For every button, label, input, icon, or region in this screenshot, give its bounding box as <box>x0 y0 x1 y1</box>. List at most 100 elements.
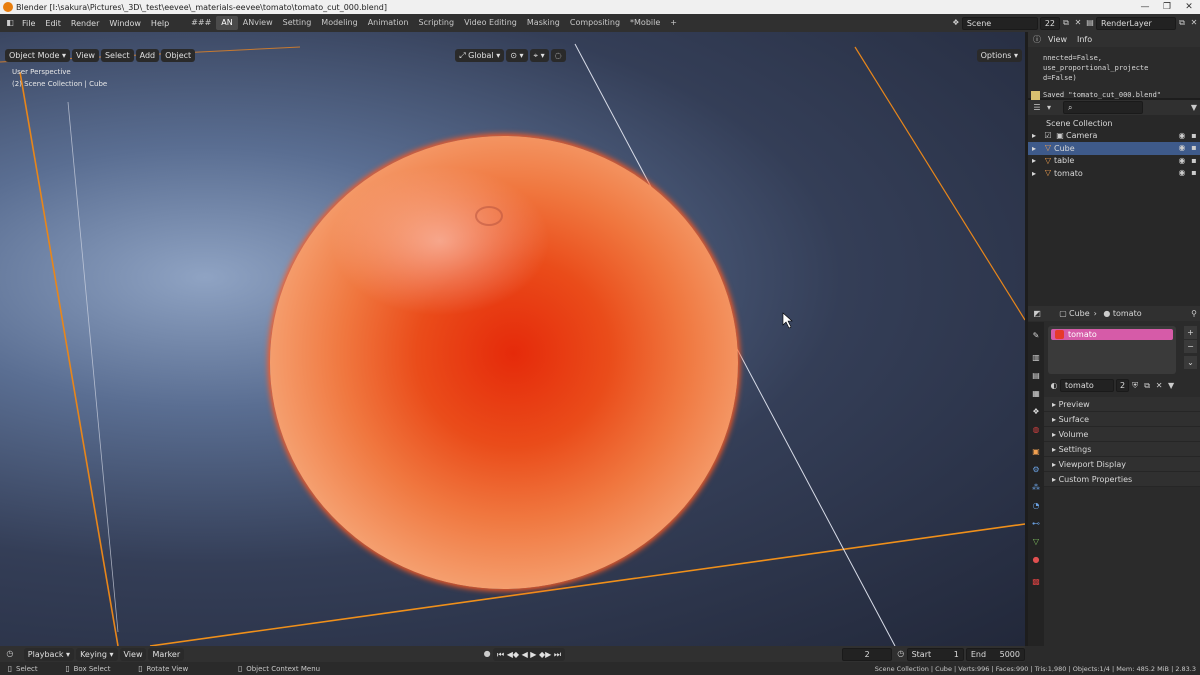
tab-scripting[interactable]: Scripting <box>413 16 459 30</box>
checkbox-icon[interactable]: ☑ <box>1042 130 1054 142</box>
tab-video-editing[interactable]: Video Editing <box>459 16 522 30</box>
material-users-field[interactable]: 2 <box>1116 379 1130 392</box>
display-mode-icon[interactable]: ▾ <box>1043 102 1055 114</box>
properties-editor-type-icon[interactable]: ◩ <box>1031 308 1043 320</box>
add-menu[interactable]: Add <box>135 48 160 62</box>
section-settings[interactable]: ▸ Settings <box>1044 442 1200 457</box>
close-button[interactable]: ✕ <box>1178 0 1200 14</box>
proportional-edit-toggle[interactable]: ◌ <box>550 48 566 62</box>
outliner-item-cube[interactable]: ▸ ▽ Cube ◉ ▪ <box>1028 142 1200 155</box>
object-tab-icon[interactable]: ▣ <box>1028 444 1044 460</box>
render-camera-icon[interactable]: ▪ <box>1188 155 1200 167</box>
visibility-eye-icon[interactable]: ◉ <box>1176 167 1188 179</box>
render-camera-icon[interactable]: ▪ <box>1188 167 1200 179</box>
copy-layer-icon[interactable]: ⧉ <box>1176 17 1188 29</box>
snap-toggle[interactable]: ⌖ ▾ <box>529 48 549 62</box>
unlink-material-icon[interactable]: ✕ <box>1153 380 1165 392</box>
material-tab-icon[interactable]: ● <box>1028 552 1044 568</box>
object-menu[interactable]: Object <box>161 48 196 62</box>
world-tab-icon[interactable]: ◍ <box>1028 422 1044 438</box>
tomato-object[interactable] <box>270 136 738 589</box>
tab-modeling[interactable]: Modeling <box>316 16 362 30</box>
tab-mobile[interactable]: *Mobile <box>625 16 665 30</box>
render-tab-icon[interactable]: ▥ <box>1028 350 1044 366</box>
add-workspace-button[interactable]: + <box>665 16 682 30</box>
menu-help[interactable]: Help <box>146 19 174 28</box>
section-preview[interactable]: ▸ Preview <box>1044 397 1200 412</box>
minimize-button[interactable]: — <box>1134 0 1156 14</box>
delete-scene-icon[interactable]: ✕ <box>1072 17 1084 29</box>
expand-icon[interactable]: ▸ <box>1032 144 1042 153</box>
add-slot-button[interactable]: + <box>1184 326 1197 339</box>
end-frame-field[interactable]: End 5000 <box>965 647 1025 661</box>
keying-menu[interactable]: Keying ▾ <box>76 647 118 661</box>
material-filter-icon[interactable]: ▼ <box>1165 380 1177 392</box>
slot-specials-button[interactable]: ⌄ <box>1184 356 1197 369</box>
scene-collection-row[interactable]: Scene Collection <box>1028 117 1200 130</box>
pivot-dropdown[interactable]: ⊙ ▾ <box>506 48 528 62</box>
select-menu[interactable]: Select <box>100 48 134 62</box>
expand-icon[interactable]: ▸ <box>1032 131 1042 140</box>
texture-tab-icon[interactable]: ▩ <box>1028 574 1044 590</box>
tab-hash[interactable]: ### <box>186 16 216 30</box>
outliner-item-camera[interactable]: ▸ ☑ ▣ Camera ◉ ▪ <box>1028 130 1200 143</box>
fake-user-icon[interactable]: ⛨ <box>1129 380 1141 392</box>
filter-icon[interactable]: ▼ <box>1188 102 1200 114</box>
pin-icon[interactable]: ⚲ <box>1188 308 1200 320</box>
menu-window[interactable]: Window <box>104 19 146 28</box>
scene-tab-icon[interactable]: ❖ <box>1028 404 1044 420</box>
view-menu[interactable]: View <box>71 48 99 62</box>
start-frame-field[interactable]: Start 1 <box>906 647 964 661</box>
expand-icon[interactable]: ▸ <box>1032 169 1042 178</box>
maximize-button[interactable]: ❐ <box>1156 0 1178 14</box>
visibility-eye-icon[interactable]: ◉ <box>1176 155 1188 167</box>
expand-icon[interactable]: ▸ <box>1032 156 1042 165</box>
current-frame-field[interactable]: 2 <box>842 647 892 661</box>
material-browse-icon[interactable]: ◐ <box>1048 380 1060 392</box>
new-material-icon[interactable]: ⧉ <box>1141 380 1153 392</box>
material-slot-list[interactable]: tomato <box>1048 326 1176 374</box>
scene-number-field[interactable]: 22 <box>1039 16 1060 30</box>
data-tab-icon[interactable]: ▽ <box>1028 534 1044 550</box>
menu-file[interactable]: File <box>17 19 40 28</box>
remove-slot-button[interactable]: − <box>1184 340 1197 353</box>
outliner-editor-type-icon[interactable]: ☰ <box>1031 102 1043 114</box>
tab-setting[interactable]: Setting <box>278 16 317 30</box>
editor-type-icon[interactable]: ◧ <box>3 17 17 29</box>
constraints-tab-icon[interactable]: ⊷ <box>1028 516 1044 532</box>
view-layer-tab-icon[interactable]: ▦ <box>1028 386 1044 402</box>
modifier-tab-icon[interactable]: ⚙ <box>1028 462 1044 478</box>
menu-edit[interactable]: Edit <box>40 19 66 28</box>
section-viewport-display[interactable]: ▸ Viewport Display <box>1044 457 1200 472</box>
section-custom-properties[interactable]: ▸ Custom Properties <box>1044 472 1200 487</box>
info-info-menu[interactable]: Info <box>1072 35 1097 44</box>
record-icon[interactable]: ● <box>481 648 493 660</box>
mode-selector[interactable]: Object Mode ▾ <box>5 48 70 62</box>
3d-viewport[interactable]: User Perspective (2) Scene Collection | … <box>0 32 1025 646</box>
render-camera-icon[interactable]: ▪ <box>1188 142 1200 154</box>
copy-scene-icon[interactable]: ⧉ <box>1060 17 1072 29</box>
physics-tab-icon[interactable]: ◔ <box>1028 498 1044 514</box>
material-name-field[interactable]: tomato <box>1060 379 1114 392</box>
visibility-eye-icon[interactable]: ◉ <box>1176 130 1188 142</box>
visibility-eye-icon[interactable]: ◉ <box>1176 142 1188 154</box>
marker-menu[interactable]: Marker <box>148 647 185 661</box>
scene-name-field[interactable]: Scene <box>961 16 1038 30</box>
outliner-item-table[interactable]: ▸ ▽ table ◉ ▪ <box>1028 155 1200 168</box>
timeline-editor-type-icon[interactable]: ◷ <box>4 648 16 660</box>
outliner-item-tomato[interactable]: ▸ ▽ tomato ◉ ▪ <box>1028 167 1200 180</box>
section-surface[interactable]: ▸ Surface <box>1044 412 1200 427</box>
render-layer-field[interactable]: RenderLayer <box>1096 16 1176 30</box>
orientation-dropdown[interactable]: ⤢ Global ▾ <box>455 48 505 62</box>
info-view-menu[interactable]: View <box>1043 35 1072 44</box>
options-button[interactable]: Options ▾ <box>976 48 1022 62</box>
tab-anview[interactable]: ANview <box>238 16 278 30</box>
timeline-view-menu[interactable]: View <box>119 647 147 661</box>
tab-masking[interactable]: Masking <box>522 16 565 30</box>
tab-animation[interactable]: Animation <box>363 16 414 30</box>
delete-layer-icon[interactable]: ✕ <box>1188 17 1200 29</box>
preview-range-icon[interactable]: ◷ <box>895 648 907 660</box>
material-slot-item[interactable]: tomato <box>1051 329 1173 340</box>
outliner-search-input[interactable]: ⌕ <box>1063 101 1143 114</box>
particles-tab-icon[interactable]: ⁂ <box>1028 480 1044 496</box>
